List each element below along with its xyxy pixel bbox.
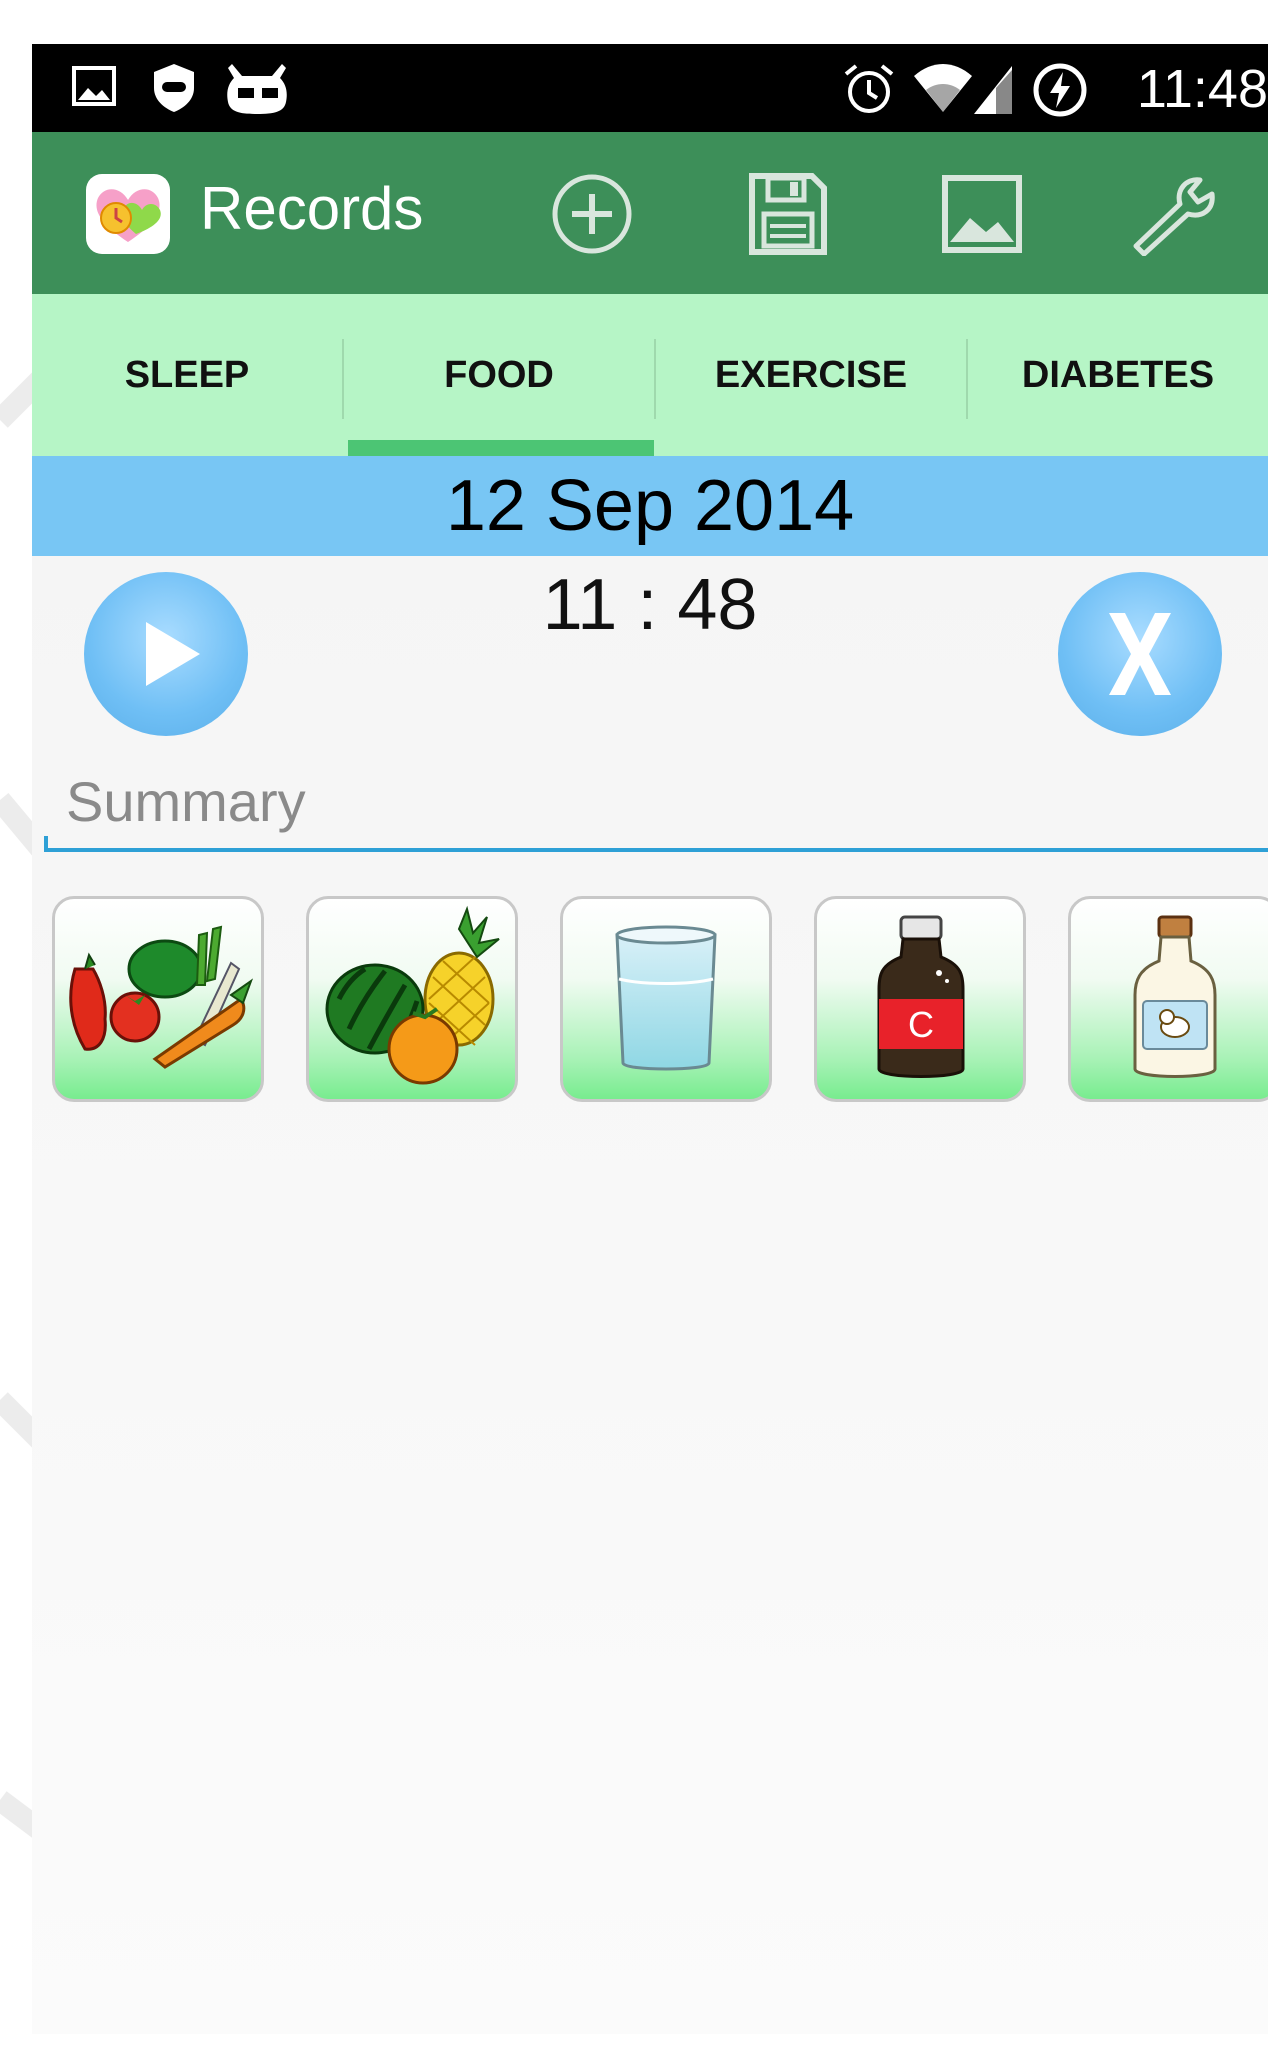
fruits-icon xyxy=(325,905,500,1085)
water-glass-icon xyxy=(615,925,717,1071)
summary-underline-tick xyxy=(44,836,48,852)
signal-icon xyxy=(974,66,1012,114)
status-bar: 11:48 xyxy=(32,44,1268,132)
close-icon xyxy=(1109,613,1171,695)
food-item-cola[interactable]: C xyxy=(814,896,1026,1102)
settings-button[interactable] xyxy=(1128,166,1224,262)
cancel-button[interactable] xyxy=(1058,572,1222,736)
tab-food[interactable]: FOOD xyxy=(344,294,654,456)
food-item-vegetables[interactable] xyxy=(52,896,264,1102)
app-logo-icon xyxy=(86,174,170,254)
status-time: 11:48 xyxy=(1136,59,1268,119)
food-item-water[interactable] xyxy=(560,896,772,1102)
tab-sleep[interactable]: SLEEP xyxy=(32,294,342,456)
summary-input[interactable] xyxy=(44,752,1268,850)
tab-bar: SLEEP FOOD EXERCISE DIABETES xyxy=(32,294,1268,456)
tab-exercise[interactable]: EXERCISE xyxy=(656,294,966,456)
milk-bottle-icon xyxy=(1133,915,1217,1078)
vegetables-icon xyxy=(69,925,254,1069)
battery-charging-icon xyxy=(1033,63,1087,117)
tab-diabetes[interactable]: DIABETES xyxy=(968,294,1268,456)
cola-bottle-icon: C xyxy=(877,915,965,1078)
image-icon xyxy=(72,66,116,106)
app-title: Records xyxy=(200,175,424,242)
action-bar: Records xyxy=(32,132,1268,294)
svg-text:C: C xyxy=(908,1004,934,1045)
save-icon xyxy=(749,173,827,255)
gallery-button[interactable] xyxy=(934,166,1030,262)
shield-icon xyxy=(154,64,194,112)
food-item-row: C xyxy=(52,896,1268,1106)
summary-underline xyxy=(44,848,1268,852)
add-icon xyxy=(552,174,632,254)
summary-field xyxy=(44,752,1268,854)
food-item-fruits[interactable] xyxy=(306,896,518,1102)
wifi-icon xyxy=(914,64,972,112)
alarm-icon xyxy=(844,64,894,113)
add-record-button[interactable] xyxy=(544,166,640,262)
save-button[interactable] xyxy=(740,166,836,262)
cyanogen-icon xyxy=(227,64,287,114)
wrench-icon xyxy=(1133,177,1215,256)
image-icon xyxy=(942,175,1022,253)
phone-screen: 11:48 Records SLEEP FOOD EXERCISE DIABET… xyxy=(32,44,1268,2034)
date-selector[interactable]: 12 Sep 2014 xyxy=(32,456,1268,556)
food-item-milk[interactable] xyxy=(1068,896,1268,1102)
selected-tab-indicator xyxy=(348,440,654,456)
